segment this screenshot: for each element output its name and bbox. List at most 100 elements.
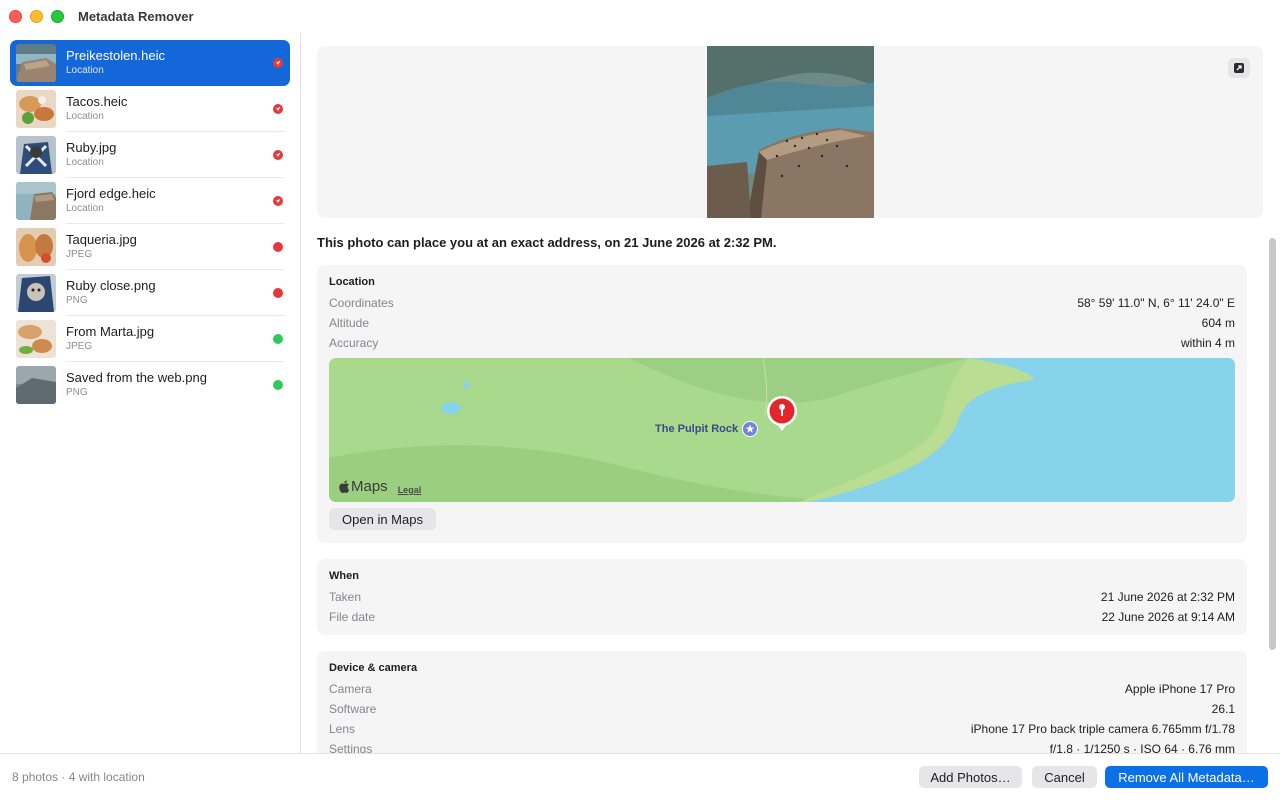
file-item-from-marta[interactable]: From Marta.jpg JPEG: [10, 316, 290, 362]
location-warning-icon: [273, 196, 283, 206]
location-warning-icon: [273, 104, 283, 114]
file-detail: JPEG: [66, 249, 93, 260]
zoom-window-button[interactable]: [51, 9, 64, 23]
file-detail: PNG: [66, 295, 88, 306]
row-label: Taken: [329, 590, 362, 604]
close-window-button[interactable]: [9, 9, 22, 23]
location-card: Location Coordinates 58° 59' 11.0" N, 6°…: [317, 265, 1247, 543]
privacy-warning: This photo can place you at an exact add…: [317, 235, 777, 250]
file-name: From Marta.jpg: [66, 324, 155, 339]
photo-thumbnail: [16, 136, 56, 174]
file-name: Ruby.jpg: [66, 140, 117, 155]
location-warning-icon: [273, 58, 283, 68]
location-map[interactable]: The Pulpit Rock Maps Legal: [329, 358, 1235, 502]
photo-thumbnail: [16, 44, 56, 82]
file-list: Preikestolen.heic Location Tacos.heic Lo…: [10, 40, 290, 408]
row-label: Coordinates: [329, 296, 394, 310]
metadata-row-coordinates: Coordinates 58° 59' 11.0" N, 6° 11' 24.0…: [329, 296, 1235, 312]
metadata-row-camera: Camera Apple iPhone 17 Pro: [329, 682, 1235, 698]
section-title: Device & camera: [329, 662, 418, 674]
photo-preview-image: [707, 46, 874, 218]
cancel-button[interactable]: Cancel: [1032, 766, 1097, 788]
map-place-label[interactable]: The Pulpit Rock: [655, 421, 759, 437]
map-legal-link[interactable]: Legal: [398, 485, 422, 495]
file-item-tacos[interactable]: Tacos.heic Location: [10, 86, 290, 132]
vertical-scrollbar[interactable]: [1269, 238, 1276, 650]
photo-thumbnail: [16, 320, 56, 358]
file-name: Ruby close.png: [66, 278, 156, 293]
file-detail: PNG: [66, 387, 88, 398]
row-value: Apple iPhone 17 Pro: [1124, 682, 1235, 696]
row-label: Software: [329, 702, 377, 716]
photo-thumbnail: [16, 366, 56, 404]
device-card: Device & camera Camera Apple iPhone 17 P…: [317, 651, 1247, 753]
when-card: When Taken 21 June 2026 at 2:32 PM File …: [317, 559, 1247, 635]
file-detail: Location: [66, 65, 104, 76]
row-value: 26.1: [1211, 702, 1235, 716]
photo-thumbnail: [16, 182, 56, 220]
add-photos-button[interactable]: Add Photos…: [919, 766, 1022, 788]
sidebar: Preikestolen.heic Location Tacos.heic Lo…: [0, 32, 300, 753]
file-detail: Location: [66, 203, 104, 214]
minimize-window-button[interactable]: [30, 9, 43, 23]
status-dot-green-icon: [273, 334, 283, 344]
photo-preview: [317, 46, 1263, 218]
point-of-interest-star-icon: [742, 421, 759, 437]
place-name: The Pulpit Rock: [655, 423, 739, 435]
row-value: 604 m: [1201, 316, 1235, 330]
row-value: f/1.8 · 1/1250 s · ISO 64 · 6.76 mm: [1049, 742, 1235, 753]
file-name: Tacos.heic: [66, 94, 128, 109]
row-label: Camera: [329, 682, 372, 696]
apple-logo-icon: [339, 480, 350, 493]
remove-all-metadata-button[interactable]: Remove All Metadata…: [1105, 766, 1268, 788]
file-name: Preikestolen.heic: [66, 48, 165, 63]
status-dot-green-icon: [273, 380, 283, 390]
row-label: Altitude: [329, 316, 370, 330]
metadata-row-software: Software 26.1: [329, 702, 1235, 718]
metadata-row-file-date: File date 22 June 2026 at 9:14 AM: [329, 610, 1235, 626]
window-title: Metadata Remover: [78, 8, 194, 24]
row-label: Settings: [329, 742, 373, 753]
metadata-row-altitude: Altitude 604 m: [329, 316, 1235, 332]
file-detail: Location: [66, 111, 104, 122]
file-name: Taqueria.jpg: [66, 232, 137, 247]
row-value: within 4 m: [1180, 336, 1235, 350]
file-item-preikestolen[interactable]: Preikestolen.heic Location: [10, 40, 290, 86]
file-detail: JPEG: [66, 341, 93, 352]
open-full-size-button[interactable]: [1228, 58, 1250, 78]
file-item-fjord-edge[interactable]: Fjord edge.heic Location: [10, 178, 290, 224]
file-name: Saved from the web.png: [66, 370, 207, 385]
footer-bar: 8 photos · 4 with location Add Photos… C…: [0, 753, 1280, 800]
file-item-ruby[interactable]: Ruby.jpg Location: [10, 132, 290, 178]
file-name: Fjord edge.heic: [66, 186, 156, 201]
file-item-ruby-close[interactable]: Ruby close.png PNG: [10, 270, 290, 316]
row-label: Accuracy: [329, 336, 379, 350]
status-dot-red-icon: [273, 288, 283, 298]
metadata-row-lens: Lens iPhone 17 Pro back triple camera 6.…: [329, 722, 1235, 738]
row-label: File date: [329, 610, 376, 624]
expand-arrow-icon: [1234, 63, 1244, 73]
row-value: 21 June 2026 at 2:32 PM: [1100, 590, 1235, 604]
metadata-row-settings: Settings f/1.8 · 1/1250 s · ISO 64 · 6.7…: [329, 742, 1235, 753]
location-warning-icon: [273, 150, 283, 160]
maps-logo: Maps: [339, 478, 388, 495]
photo-thumbnail: [16, 274, 56, 312]
file-item-saved-from-web[interactable]: Saved from the web.png PNG: [10, 362, 290, 408]
file-item-taqueria[interactable]: Taqueria.jpg JPEG: [10, 224, 290, 270]
row-value: 22 June 2026 at 9:14 AM: [1101, 610, 1235, 624]
metadata-row-taken: Taken 21 June 2026 at 2:32 PM: [329, 590, 1235, 606]
row-value: iPhone 17 Pro back triple camera 6.765mm…: [970, 722, 1235, 736]
photo-thumbnail: [16, 228, 56, 266]
section-title: Location: [329, 276, 375, 288]
maps-attribution: Maps Legal: [339, 478, 421, 495]
open-in-maps-button[interactable]: Open in Maps: [329, 508, 436, 530]
status-dot-red-icon: [273, 242, 283, 252]
metadata-row-accuracy: Accuracy within 4 m: [329, 336, 1235, 352]
row-value: 58° 59' 11.0" N, 6° 11' 24.0" E: [1077, 296, 1235, 310]
detail-pane: This photo can place you at an exact add…: [301, 32, 1280, 753]
photo-thumbnail: [16, 90, 56, 128]
title-bar: Metadata Remover: [0, 0, 1280, 32]
window-controls: [9, 9, 64, 23]
app-window: Metadata Remover Preikestolen.heic Locat…: [0, 0, 1280, 800]
section-title: When: [329, 570, 359, 582]
